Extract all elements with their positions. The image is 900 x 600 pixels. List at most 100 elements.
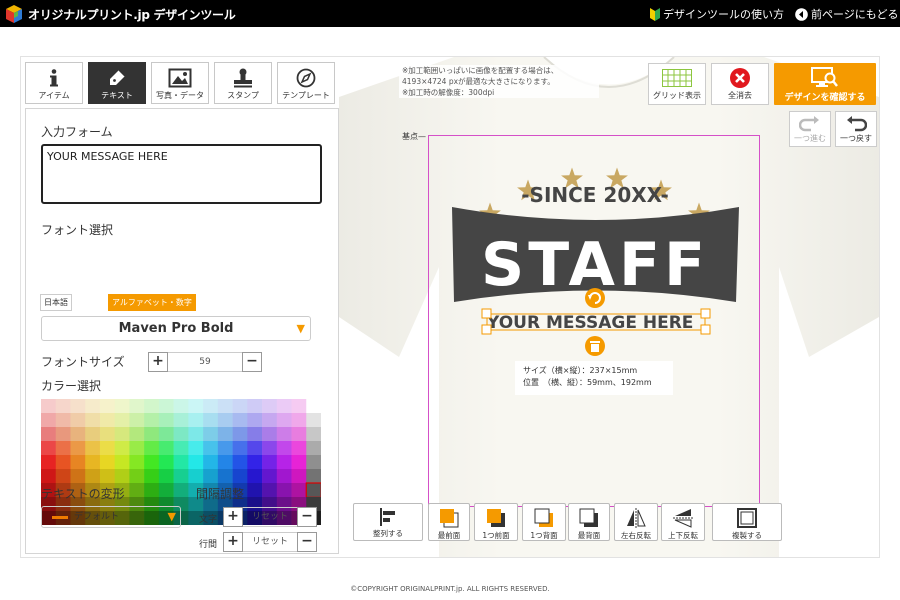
color-swatch[interactable]: [158, 483, 174, 498]
tab-photo-data[interactable]: 写真・データ: [151, 62, 209, 104]
color-swatch[interactable]: [144, 441, 160, 456]
color-swatch[interactable]: [114, 399, 130, 414]
color-swatch[interactable]: [41, 469, 57, 484]
char-spacing-decrease-button[interactable]: −: [297, 507, 317, 527]
tab-item[interactable]: アイテム: [25, 62, 83, 104]
color-swatch[interactable]: [55, 441, 71, 456]
color-swatch[interactable]: [55, 455, 71, 470]
color-swatch[interactable]: [129, 441, 145, 456]
color-swatch[interactable]: [70, 399, 86, 414]
color-swatch[interactable]: [55, 427, 71, 442]
back-link[interactable]: 前ページにもどる: [795, 6, 899, 22]
color-swatch[interactable]: [70, 427, 86, 442]
color-swatch[interactable]: [203, 469, 219, 484]
color-swatch[interactable]: [173, 413, 189, 428]
send-backward-button[interactable]: 1つ背面: [522, 503, 566, 541]
color-swatch[interactable]: [247, 483, 263, 498]
message-text-input[interactable]: YOUR MESSAGE HERE: [41, 144, 322, 204]
color-swatch[interactable]: [203, 399, 219, 414]
color-swatch[interactable]: [173, 483, 189, 498]
color-swatch[interactable]: [276, 469, 292, 484]
color-swatch[interactable]: [85, 413, 101, 428]
color-swatch[interactable]: [99, 413, 115, 428]
color-swatch[interactable]: [85, 469, 101, 484]
color-swatch[interactable]: [188, 441, 204, 456]
flip-horizontal-button[interactable]: 左右反転: [614, 503, 658, 541]
color-swatch[interactable]: [99, 399, 115, 414]
color-swatch[interactable]: [188, 399, 204, 414]
color-swatch[interactable]: [99, 441, 115, 456]
color-swatch[interactable]: [114, 413, 130, 428]
color-swatch[interactable]: [114, 455, 130, 470]
char-spacing-increase-button[interactable]: +: [223, 507, 243, 527]
color-swatch[interactable]: [291, 483, 307, 498]
color-swatch[interactable]: [217, 469, 233, 484]
color-swatch[interactable]: [306, 427, 321, 442]
color-swatch[interactable]: [262, 427, 278, 442]
color-swatch[interactable]: [41, 427, 57, 442]
color-swatch[interactable]: [276, 483, 292, 498]
color-swatch[interactable]: [188, 427, 204, 442]
color-swatch[interactable]: [99, 427, 115, 442]
color-swatch[interactable]: [114, 427, 130, 442]
color-swatch[interactable]: [41, 413, 57, 428]
color-swatch-selected[interactable]: [305, 482, 321, 498]
color-swatch[interactable]: [247, 427, 263, 442]
font-category-japanese[interactable]: 日本語: [40, 294, 72, 311]
font-size-increase-button[interactable]: +: [148, 352, 168, 372]
color-swatch[interactable]: [247, 441, 263, 456]
bring-forward-button[interactable]: 1つ前面: [474, 503, 518, 541]
color-swatch[interactable]: [291, 441, 307, 456]
color-swatch[interactable]: [262, 469, 278, 484]
color-swatch[interactable]: [144, 427, 160, 442]
bring-to-front-button[interactable]: 最前面: [428, 503, 470, 541]
color-swatch[interactable]: [144, 483, 160, 498]
color-swatch[interactable]: [291, 455, 307, 470]
color-swatch[interactable]: [129, 483, 145, 498]
color-swatch[interactable]: [262, 441, 278, 456]
color-swatch[interactable]: [173, 427, 189, 442]
color-swatch[interactable]: [232, 399, 248, 414]
color-swatch[interactable]: [188, 455, 204, 470]
color-swatch[interactable]: [85, 427, 101, 442]
char-spacing-reset-button[interactable]: リセット: [243, 507, 297, 527]
color-swatch[interactable]: [158, 469, 174, 484]
color-swatch[interactable]: [70, 441, 86, 456]
color-swatch[interactable]: [217, 455, 233, 470]
color-swatch[interactable]: [99, 469, 115, 484]
color-swatch[interactable]: [114, 441, 130, 456]
color-swatch[interactable]: [129, 427, 145, 442]
color-swatch[interactable]: [99, 455, 115, 470]
color-swatch[interactable]: [173, 455, 189, 470]
line-spacing-decrease-button[interactable]: −: [297, 532, 317, 552]
tab-stamp[interactable]: スタンプ: [214, 62, 272, 104]
color-swatch[interactable]: [158, 441, 174, 456]
trash-icon[interactable]: [585, 336, 605, 356]
color-swatch[interactable]: [291, 469, 307, 484]
flip-vertical-button[interactable]: 上下反転: [661, 503, 705, 541]
color-swatch[interactable]: [85, 455, 101, 470]
color-swatch[interactable]: [129, 469, 145, 484]
color-swatch[interactable]: [70, 469, 86, 484]
color-swatch[interactable]: [217, 399, 233, 414]
color-swatch[interactable]: [70, 455, 86, 470]
color-swatch[interactable]: [276, 455, 292, 470]
color-swatch[interactable]: [144, 399, 160, 414]
color-swatch[interactable]: [129, 455, 145, 470]
color-swatch[interactable]: [247, 455, 263, 470]
tab-template[interactable]: テンプレート: [277, 62, 335, 104]
since-text[interactable]: -SINCE 20XX-: [521, 183, 669, 207]
color-swatch[interactable]: [306, 413, 321, 428]
color-swatch[interactable]: [232, 427, 248, 442]
color-swatch[interactable]: [188, 469, 204, 484]
color-swatch[interactable]: [203, 413, 219, 428]
color-swatch[interactable]: [276, 399, 292, 414]
color-swatch[interactable]: [276, 413, 292, 428]
color-swatch[interactable]: [55, 399, 71, 414]
color-swatch[interactable]: [291, 413, 307, 428]
color-swatch[interactable]: [262, 455, 278, 470]
message-text[interactable]: YOUR MESSAGE HERE: [486, 313, 693, 333]
color-swatch[interactable]: [158, 427, 174, 442]
color-swatch[interactable]: [306, 441, 321, 456]
color-swatch[interactable]: [41, 455, 57, 470]
